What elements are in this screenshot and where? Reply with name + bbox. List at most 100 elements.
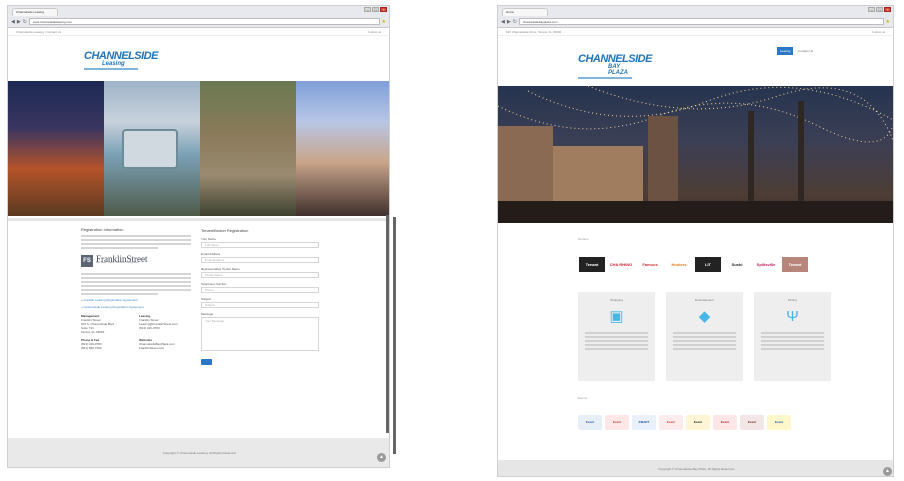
form-field-input[interactable]: Tenant Name [201, 272, 319, 278]
form-field-input[interactable]: Subject [201, 302, 319, 308]
hero-photo-1 [8, 81, 104, 216]
text-placeholder-line [585, 336, 648, 338]
topbar-left-text: 615 Channelside Drive, Tampa, FL 33602 [506, 29, 562, 34]
tenant-logos: Tenant CHA RHINO Famous Hooters LIT Sushi Spli… [579, 257, 808, 272]
message-label: Message [201, 312, 214, 316]
form-heading: Tenant/Broker Registration [201, 228, 249, 233]
site-topbar: Channelside Leasing | Contact Us Follow … [8, 28, 389, 36]
reload-icon[interactable]: ↻ [23, 19, 27, 25]
tenant-logo[interactable]: Splitsville [753, 257, 779, 272]
text-placeholder-line [673, 336, 736, 338]
form-field-label: Email Address [201, 252, 221, 256]
hero-collage [8, 81, 389, 216]
logo-wave [578, 77, 632, 79]
contact-info-line: Tampa, FL 33602 [81, 330, 105, 334]
site-footer: Copyright © Channelside Leasing. All Rig… [8, 438, 389, 467]
reload-icon[interactable]: ↻ [513, 19, 517, 25]
feature-card[interactable]: Entertainment ◆ [666, 292, 743, 381]
text-placeholder-line [673, 348, 736, 350]
browser-window-leasing: Channelside Leasing – □ × ◀ ▶ ↻ www.channe… [7, 5, 390, 468]
scrollbar[interactable] [386, 215, 389, 433]
form-field-input[interactable]: Full Name [201, 242, 319, 248]
star-icon[interactable]: ★ [382, 19, 386, 25]
feature-cards: Shopping ▣ Entertainment ◆ Dining Ψ [578, 292, 831, 381]
feature-card-icon: Ψ [786, 308, 799, 325]
text-placeholder-line [673, 344, 736, 346]
form-field-label: Representative Tenant Name [201, 267, 240, 271]
nav-contact-link[interactable]: Contact Us [798, 49, 813, 53]
tenant-logo[interactable]: LIT [695, 257, 721, 272]
submit-button[interactable] [201, 359, 212, 365]
event-logo[interactable]: Event [767, 415, 791, 430]
event-logo[interactable]: Event [578, 415, 602, 430]
text-placeholder-line [761, 340, 824, 342]
text-placeholder-line [585, 344, 648, 346]
event-logo[interactable]: Event [713, 415, 737, 430]
back-icon[interactable]: ◀ [501, 19, 505, 25]
scroll-top-icon[interactable]: ▲ [377, 453, 386, 462]
scrollbar[interactable] [393, 217, 396, 454]
contact-info-block: Phone & Fax (813) 419-0780 (813) 839-7299 [81, 338, 133, 350]
feature-card-icon: ◆ [698, 308, 711, 325]
hero-image [498, 86, 893, 223]
site-logo[interactable]: CHANNELSIDE BAY PLAZA [578, 54, 652, 79]
forward-icon[interactable]: ▶ [507, 19, 511, 25]
address-bar: ◀ ▶ ↻ www.channelsideleasing.com ★ [11, 17, 386, 26]
event-logo[interactable]: Event [605, 415, 629, 430]
minimize-icon[interactable]: – [868, 7, 875, 12]
event-logo[interactable]: Event [686, 415, 710, 430]
tenant-logo[interactable]: Sushi [724, 257, 750, 272]
text-placeholder-line [761, 348, 824, 350]
browser-chrome: Home – □ × ◀ ▶ ↻ channelsidebayplaza.com ★ [498, 6, 893, 28]
close-icon[interactable]: × [884, 7, 891, 12]
franklin-agreement-link[interactable]: » Franklin Leasing Registration Agreemen… [81, 298, 191, 302]
forward-icon[interactable]: ▶ [17, 19, 21, 25]
event-logo[interactable]: Event [740, 415, 764, 430]
url-input[interactable]: channelsidebayplaza.com [518, 18, 884, 25]
tenant-logo[interactable]: Famous [637, 257, 663, 272]
url-input[interactable]: www.channelsideleasing.com [28, 18, 380, 25]
address-bar: ◀ ▶ ↻ channelsidebayplaza.com ★ [501, 17, 890, 26]
logo-wave [84, 68, 138, 70]
star-icon[interactable]: ★ [886, 19, 890, 25]
form-field-label: Subject [201, 297, 212, 301]
feature-card-icon: ▣ [609, 308, 624, 325]
text-placeholder-line [585, 340, 648, 342]
tenants-label: Tenants [578, 237, 589, 241]
contact-info-block: Leasing Franklin Street Leasing@FranklinSt… [139, 314, 191, 334]
tenant-logo[interactable]: Tenant [579, 257, 605, 272]
text-placeholder-line [761, 336, 824, 338]
close-icon[interactable]: × [380, 7, 387, 12]
tenant-logo[interactable]: Hooters [666, 257, 692, 272]
browser-tab[interactable]: Home [502, 8, 548, 16]
nav-leasing-button[interactable]: Leasing [777, 47, 794, 55]
browser-tab[interactable]: Channelside Leasing [12, 8, 58, 16]
feature-card[interactable]: Shopping ▣ [578, 292, 655, 381]
logo-title: CHANNELSIDE [84, 50, 158, 62]
maximize-icon[interactable]: □ [372, 7, 379, 12]
event-logo[interactable]: Event [659, 415, 683, 430]
maximize-icon[interactable]: □ [876, 7, 883, 12]
form-field-input[interactable]: Email Address [201, 257, 319, 263]
feature-card[interactable]: Dining Ψ [754, 292, 831, 381]
hero-photo-2 [104, 81, 200, 216]
topbar-right-text: Follow us [872, 29, 885, 34]
topbar-right-text: Follow us [368, 29, 381, 34]
tenant-logo[interactable]: Tenant [782, 257, 808, 272]
event-logo[interactable]: KMART [632, 415, 656, 430]
browser-window-plaza: Home – □ × ◀ ▶ ↻ channelsidebayplaza.com ★… [497, 5, 894, 477]
message-textarea[interactable]: Your Message [201, 317, 319, 351]
form-field-label: Your Name [201, 237, 216, 241]
back-icon[interactable]: ◀ [11, 19, 15, 25]
scroll-top-icon[interactable]: ▲ [883, 467, 892, 476]
channelside-agreement-link[interactable]: » Channelside Leasing Registration Agree… [81, 305, 191, 309]
form-field-label: Telephone Number [201, 282, 227, 286]
registration-heading: Registration Information [81, 227, 124, 232]
tenant-logo[interactable]: CHA RHINO [608, 257, 634, 272]
franklin-street-logo: FS FranklinStreet Real Estate · Capital … [81, 255, 191, 267]
topbar-left-text: Channelside Leasing | Contact Us [16, 29, 62, 34]
form-field-input[interactable]: Phone [201, 287, 319, 293]
site-logo[interactable]: CHANNELSIDE Leasing [84, 50, 158, 70]
browser-chrome: Channelside Leasing – □ × ◀ ▶ ↻ www.channe… [8, 6, 389, 28]
minimize-icon[interactable]: – [364, 7, 371, 12]
